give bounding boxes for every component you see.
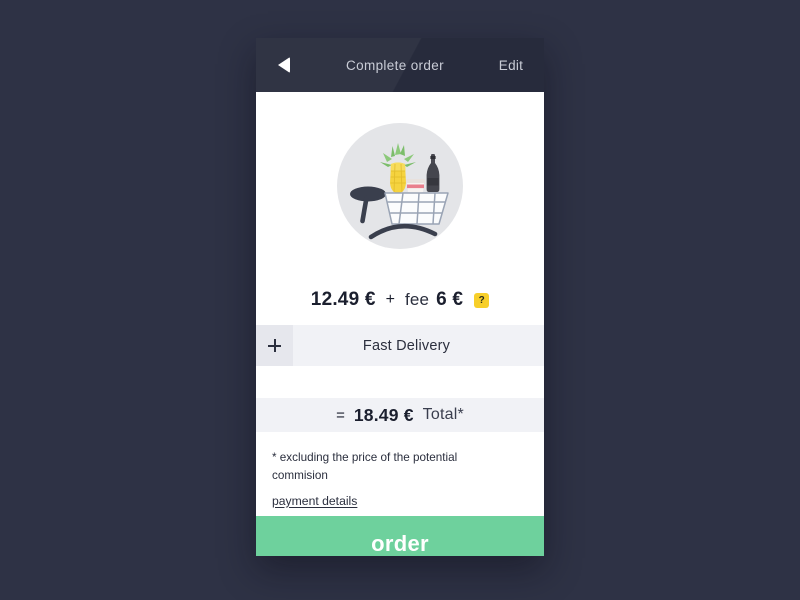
add-delivery-button[interactable]: [256, 325, 293, 366]
total-amount: 18.49 €: [353, 404, 414, 425]
illustration-area: [256, 92, 544, 275]
fee-help-icon[interactable]: ?: [474, 293, 490, 308]
fast-delivery-row[interactable]: Fast Delivery: [256, 325, 544, 366]
order-button[interactable]: order: [256, 516, 544, 556]
fast-delivery-label: Fast Delivery: [362, 337, 451, 354]
fee-amount: 6 €: [436, 289, 464, 310]
back-triangle-icon: [278, 57, 290, 73]
cart-basket-icon: [384, 191, 449, 225]
plus-icon: [268, 339, 281, 352]
equals-operator: =: [336, 406, 345, 424]
footnote-block: * excluding the price of the potential c…: [256, 432, 544, 516]
payment-details-link[interactable]: payment details: [272, 494, 357, 508]
jam-jar-icon: [406, 178, 425, 193]
order-button-label: order: [371, 531, 429, 556]
shopping-cart-illustration: [337, 122, 463, 249]
app-header: Complete order Edit: [256, 38, 544, 92]
price-summary-row: 12.49 € + fee 6 € ?: [256, 275, 544, 325]
order-screen-card: Complete order Edit 12.49 € + fee 6 € ? …: [256, 38, 544, 556]
row-spacer: [256, 366, 544, 398]
fee-label: fee: [404, 290, 430, 309]
plus-operator: +: [385, 291, 395, 308]
total-label: Total*: [422, 406, 464, 423]
subtotal-amount: 12.49 €: [310, 289, 376, 310]
edit-button[interactable]: Edit: [478, 58, 544, 73]
footnote-text: * excluding the price of the potential c…: [272, 451, 458, 482]
back-button[interactable]: [256, 57, 312, 73]
total-row: = 18.49 € Total*: [256, 398, 544, 432]
page-title: Complete order: [346, 57, 444, 73]
